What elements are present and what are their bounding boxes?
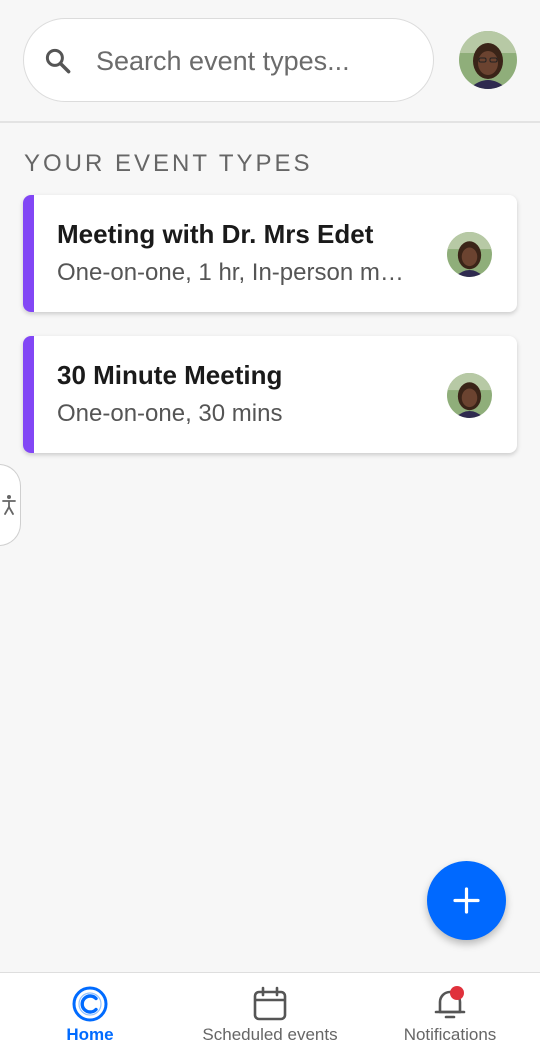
add-event-type-button[interactable] xyxy=(427,861,506,940)
profile-avatar[interactable] xyxy=(459,31,517,89)
card-accent-bar xyxy=(23,195,34,312)
top-bar xyxy=(0,0,540,123)
event-type-details: One-on-one, 30 mins xyxy=(57,400,283,427)
event-type-title: 30 Minute Meeting xyxy=(57,360,283,390)
section-title: YOUR EVENT TYPES xyxy=(24,150,313,177)
search-icon xyxy=(45,48,71,74)
host-avatar xyxy=(447,373,492,418)
notification-badge xyxy=(450,986,464,1000)
accessibility-icon xyxy=(2,495,16,515)
nav-item-home[interactable]: Home xyxy=(40,973,140,1050)
calendar-icon xyxy=(253,986,287,1021)
host-avatar xyxy=(447,232,492,277)
nav-label-notifications: Notifications xyxy=(403,1025,497,1044)
card-accent-bar xyxy=(23,336,34,453)
search-box[interactable] xyxy=(23,18,434,102)
event-type-card[interactable]: 30 Minute Meeting One-on-one, 30 mins xyxy=(23,336,517,453)
host-photo-image xyxy=(447,373,492,418)
accessibility-tab[interactable] xyxy=(0,464,21,546)
calendly-logo-icon xyxy=(72,986,108,1022)
nav-label-home: Home xyxy=(66,1025,114,1044)
plus-icon xyxy=(453,887,480,914)
event-type-card[interactable]: Meeting with Dr. Mrs Edet One-on-one, 1 … xyxy=(23,195,517,312)
event-type-details: One-on-one, 1 hr, In-person meeting xyxy=(57,259,417,286)
search-input[interactable] xyxy=(94,39,418,83)
bottom-nav: Home Scheduled events Notifications xyxy=(0,972,540,1050)
nav-item-scheduled-events[interactable]: Scheduled events xyxy=(190,973,350,1050)
host-photo-image xyxy=(447,232,492,277)
nav-item-notifications[interactable]: Notifications xyxy=(390,973,510,1050)
event-type-title: Meeting with Dr. Mrs Edet xyxy=(57,219,374,249)
nav-label-scheduled-events: Scheduled events xyxy=(202,1025,338,1044)
profile-photo-image xyxy=(459,31,517,89)
